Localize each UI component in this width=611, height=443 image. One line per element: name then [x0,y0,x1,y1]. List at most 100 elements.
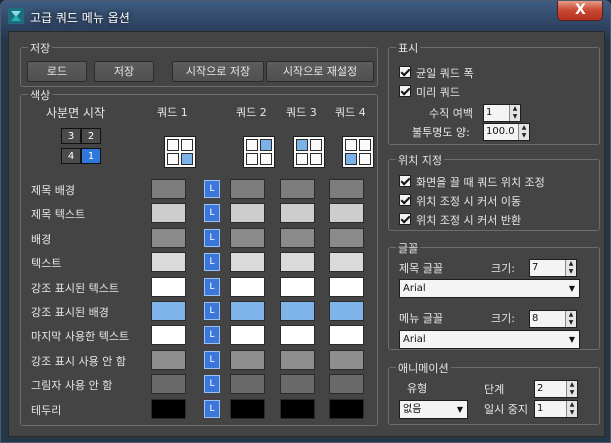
spinner-arrows-icon[interactable]: ▲ ▼ [566,401,577,417]
color-swatch-quad-1[interactable] [151,325,186,345]
menu-font-label: 메뉴 글꼴 [399,312,443,325]
quad-4-icon[interactable] [342,136,374,168]
save-group: 저장 로드 저장 시작으로 저장 시작으로 재설정 [20,40,378,87]
lock-colors-button[interactable]: L [204,302,220,320]
anim-type-label: 유형 [407,382,428,395]
vertical-margin-spinner[interactable]: 1 ▲ ▼ [483,104,521,122]
color-swatch-quad-3[interactable] [280,277,315,297]
preview-quad-checkbox[interactable] [399,85,411,97]
quad-2-icon[interactable] [243,136,275,168]
color-swatch-quad-4[interactable] [329,350,364,370]
color-swatch-quad-1[interactable] [151,228,186,248]
opacity-spinner[interactable]: 100.0 ▲ ▼ [483,123,530,141]
color-swatch-quad-1[interactable] [151,203,186,223]
vertical-margin-label: 수직 여백 [429,107,473,120]
color-swatch-quad-3[interactable] [280,203,315,223]
color-swatch-quad-2[interactable] [230,350,265,370]
title-size-spinner[interactable]: 7 ▲ ▼ [529,259,577,277]
lock-colors-button[interactable]: L [204,180,220,198]
positioning-group: 위치 지정 화면을 끌 때 쿼드 위치 조정 위치 조정 시 커서 이동 위치 … [388,152,600,231]
anim-steps-spinner[interactable]: 2 ▲ ▼ [534,380,578,398]
color-swatch-quad-3[interactable] [280,399,315,419]
spinner-arrows-icon[interactable]: ▲ ▼ [565,260,576,276]
dialog-window: 고급 쿼드 메뉴 옵션 X 저장 로드 저장 시작으로 저장 시작으로 재설정 … [0,0,611,443]
color-swatch-quad-1[interactable] [151,252,186,272]
menu-font-value: Arial [403,334,426,345]
lock-colors-button[interactable]: L [204,351,220,369]
color-swatch-quad-4[interactable] [329,203,364,223]
color-swatch-quad-1[interactable] [151,301,186,321]
uniform-width-checkbox[interactable] [399,66,411,78]
title-font-label: 제목 글꼴 [399,262,443,275]
title-font-dropdown[interactable]: Arial ▼ [399,279,580,298]
menu-size-label: 크기: [491,312,515,325]
lock-colors-button[interactable]: L [204,400,220,418]
color-swatch-quad-1[interactable] [151,350,186,370]
spinner-arrows-icon[interactable]: ▲ ▼ [518,124,529,140]
color-swatch-quad-3[interactable] [280,252,315,272]
close-icon: X [575,2,586,18]
color-swatch-quad-2[interactable] [230,301,265,321]
color-swatch-quad-4[interactable] [329,374,364,394]
color-swatch-quad-4[interactable] [329,325,364,345]
color-swatch-quad-2[interactable] [230,203,265,223]
spinner-arrows-icon[interactable]: ▲ ▼ [566,381,577,397]
color-swatch-quad-1[interactable] [151,179,186,199]
window-title: 고급 쿼드 메뉴 옵션 [30,11,130,25]
color-swatch-quad-2[interactable] [230,277,265,297]
lock-colors-button[interactable]: L [204,253,220,271]
color-swatch-quad-1[interactable] [151,374,186,394]
spinner-arrows-icon[interactable]: ▲ ▼ [509,105,520,121]
quad-start-1[interactable]: 1 [81,148,101,164]
quad-start-3[interactable]: 3 [61,128,81,144]
return-cursor-checkbox[interactable] [399,213,411,225]
animation-group-title: 애니메이션 [396,360,451,376]
save-button[interactable]: 저장 [94,61,154,82]
reset-to-startup-button[interactable]: 시작으로 재설정 [266,61,374,82]
color-swatch-quad-4[interactable] [329,228,364,248]
save-as-startup-button[interactable]: 시작으로 저장 [172,61,264,82]
title-bar[interactable]: 고급 쿼드 메뉴 옵션 X [1,1,610,31]
color-swatch-quad-3[interactable] [280,374,315,394]
color-swatch-quad-3[interactable] [280,350,315,370]
vertical-margin-value: 1 [486,107,493,118]
color-swatch-quad-2[interactable] [230,399,265,419]
color-swatch-quad-2[interactable] [230,179,265,199]
lock-colors-button[interactable]: L [204,229,220,247]
lock-colors-button[interactable]: L [204,375,220,393]
color-swatch-quad-1[interactable] [151,277,186,297]
quad-3-icon[interactable] [293,136,325,168]
color-row-label: 배경 [31,233,52,246]
color-swatch-quad-3[interactable] [280,325,315,345]
color-swatch-quad-2[interactable] [230,325,265,345]
color-swatch-quad-2[interactable] [230,252,265,272]
color-swatch-quad-4[interactable] [329,399,364,419]
menu-font-dropdown[interactable]: Arial ▼ [399,330,580,349]
anim-pause-spinner[interactable]: 1 ▲ ▼ [534,400,578,418]
color-swatch-quad-1[interactable] [151,399,186,419]
lock-colors-button[interactable]: L [204,326,220,344]
lock-colors-button[interactable]: L [204,278,220,296]
spinner-arrows-icon[interactable]: ▲ ▼ [565,311,576,327]
color-swatch-quad-4[interactable] [329,252,364,272]
reposition-on-drag-checkbox[interactable] [399,175,411,187]
color-swatch-quad-4[interactable] [329,179,364,199]
color-swatch-quad-3[interactable] [280,228,315,248]
move-cursor-checkbox[interactable] [399,194,411,206]
color-swatch-quad-4[interactable] [329,301,364,321]
lock-colors-button[interactable]: L [204,204,220,222]
color-swatch-quad-2[interactable] [230,228,265,248]
color-swatch-quad-2[interactable] [230,374,265,394]
color-swatch-quad-4[interactable] [329,277,364,297]
quad-1-icon[interactable] [164,136,196,168]
return-cursor-label: 위치 조정 시 커서 반환 [416,214,522,227]
quad-start-2[interactable]: 2 [81,128,101,144]
quad-start-4[interactable]: 4 [61,148,81,164]
close-button[interactable]: X [557,1,603,21]
menu-size-spinner[interactable]: 8 ▲ ▼ [529,310,577,328]
load-button[interactable]: 로드 [27,61,87,82]
anim-type-dropdown[interactable]: 없음 ▼ [399,400,468,419]
color-swatch-quad-3[interactable] [280,301,315,321]
color-row-label: 강조 표시된 배경 [31,306,109,319]
color-swatch-quad-3[interactable] [280,179,315,199]
